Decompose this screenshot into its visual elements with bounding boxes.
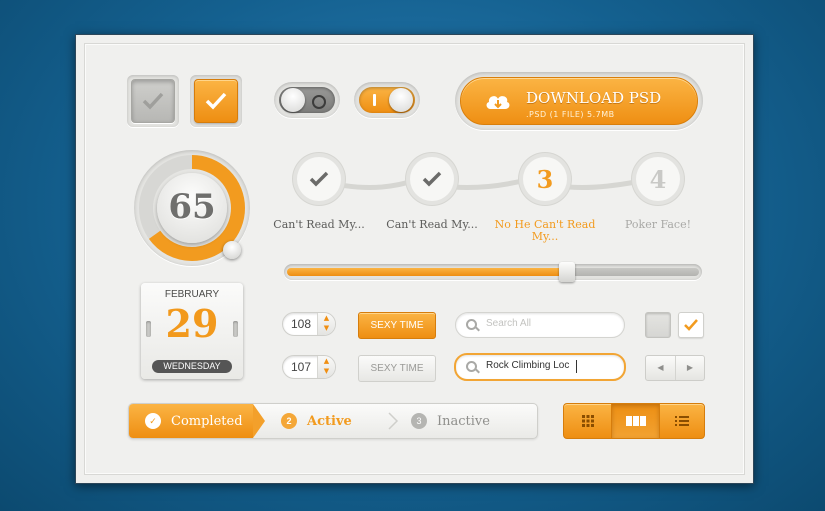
- prev-arrow-icon[interactable]: ◀: [646, 356, 676, 380]
- progress-label: Inactive: [437, 413, 490, 429]
- text-cursor: [576, 360, 577, 373]
- arrow-down-icon[interactable]: ▼: [318, 323, 335, 333]
- chevron-right-icon: [388, 412, 399, 430]
- checkbox-unchecked[interactable]: [131, 79, 175, 123]
- calendar-clip-right: [233, 321, 238, 337]
- search-value: Rock Climbing Loc: [486, 360, 570, 371]
- toggle-off-well: [274, 82, 340, 118]
- progress-label: Completed: [171, 413, 243, 429]
- arrow-down-icon[interactable]: ▼: [318, 366, 335, 376]
- gauge-center: 65: [157, 173, 227, 243]
- download-button-well: DOWNLOAD PSD .PSD (1 FILE) 5.7MB: [455, 72, 703, 130]
- step-3[interactable]: 3: [523, 157, 567, 201]
- progress-step-completed[interactable]: ✓ Completed: [145, 404, 243, 438]
- calendar-month: FEBRUARY: [164, 289, 220, 300]
- step-number: 4: [649, 164, 667, 194]
- download-subtitle: .PSD (1 FILE) 5.7MB: [526, 110, 615, 119]
- calendar-clip-left: [146, 321, 151, 337]
- stepper-arrows[interactable]: ▲ ▼: [317, 356, 335, 378]
- check-circle-icon: ✓: [145, 413, 161, 429]
- step-label: No He Can't Read My...: [494, 218, 596, 243]
- view-switcher: [563, 403, 705, 439]
- gauge-value: 65: [168, 187, 216, 227]
- check-icon: [205, 92, 227, 110]
- download-title: DOWNLOAD PSD: [526, 89, 662, 107]
- gauge-handle[interactable]: [223, 241, 241, 259]
- search-icon: [466, 361, 477, 372]
- step-connector: [315, 177, 647, 190]
- on-indicator-icon: [373, 94, 376, 106]
- arrow-up-icon[interactable]: ▲: [318, 356, 335, 366]
- arrow-up-icon[interactable]: ▲: [318, 313, 335, 323]
- step-number: 3: [536, 164, 554, 194]
- calendar-widget: FEBRUARY 29 WEDNESDAY: [141, 283, 243, 379]
- list-icon: [674, 416, 689, 426]
- mini-checkbox-checked[interactable]: [678, 312, 704, 338]
- toggle-knob: [281, 88, 305, 112]
- list-view-button[interactable]: [658, 404, 704, 438]
- search-placeholder: Search All: [486, 318, 532, 329]
- progress-steps: ✓ Completed 2 Active 3 Inactive: [128, 403, 538, 439]
- mini-checkbox-unchecked[interactable]: [645, 312, 671, 338]
- step-number-badge: 3: [411, 413, 427, 429]
- search-input-focused[interactable]: Rock Climbing Loc: [454, 353, 626, 381]
- stepper-value: 107: [291, 360, 312, 374]
- checkbox-off-well: [127, 75, 179, 127]
- step-label: Can't Read My...: [386, 218, 478, 231]
- check-icon: [309, 171, 329, 187]
- download-psd-button[interactable]: DOWNLOAD PSD .PSD (1 FILE) 5.7MB: [460, 77, 698, 125]
- search-input[interactable]: Search All: [455, 312, 625, 338]
- slider-thumb[interactable]: [559, 262, 575, 282]
- progress-step-inactive[interactable]: 3 Inactive: [411, 404, 490, 438]
- calendar-day: 29: [165, 301, 219, 346]
- sexy-time-button-disabled[interactable]: SEXY TIME: [358, 355, 436, 382]
- stepper-value: 108: [291, 317, 312, 331]
- check-icon: [142, 92, 164, 110]
- toggle-knob: [389, 88, 413, 112]
- toggle-off[interactable]: [279, 87, 335, 113]
- grid-view-button[interactable]: [564, 404, 611, 438]
- cloud-download-icon: [486, 96, 510, 109]
- columns-view-button[interactable]: [611, 404, 660, 438]
- step-number-badge: 2: [281, 413, 297, 429]
- step-2[interactable]: [410, 157, 454, 201]
- circular-gauge: 65: [134, 150, 250, 266]
- step-1[interactable]: [297, 157, 341, 201]
- progress-step-active[interactable]: 2 Active: [281, 404, 352, 438]
- stepper-arrows[interactable]: ▲ ▼: [317, 313, 335, 335]
- pager: ◀ ▶: [645, 355, 705, 381]
- slider[interactable]: [284, 262, 702, 282]
- slider-fill: [287, 268, 567, 276]
- next-arrow-icon[interactable]: ▶: [676, 356, 704, 380]
- step-4[interactable]: 4: [636, 157, 680, 201]
- search-icon: [466, 319, 477, 330]
- toggle-on-well: [354, 82, 420, 118]
- checkbox-checked[interactable]: [194, 79, 238, 123]
- sexy-time-button[interactable]: SEXY TIME: [358, 312, 436, 339]
- number-stepper[interactable]: 108 ▲ ▼: [282, 312, 336, 336]
- progress-arrow: [253, 404, 265, 438]
- progress-label: Active: [307, 413, 352, 429]
- checkbox-on-well: [190, 75, 242, 127]
- toggle-on[interactable]: [359, 87, 415, 113]
- off-indicator-icon: [312, 95, 326, 109]
- grid-icon: [581, 415, 594, 427]
- number-stepper[interactable]: 107 ▲ ▼: [282, 355, 336, 379]
- check-icon: [684, 319, 698, 331]
- calendar-weekday: WEDNESDAY: [152, 360, 232, 373]
- columns-icon: [625, 416, 646, 426]
- step-label: Can't Read My...: [273, 218, 365, 231]
- check-icon: [422, 171, 442, 187]
- slider-track-empty: [567, 268, 699, 276]
- step-label: Poker Face!: [624, 218, 692, 231]
- ui-kit-panel: DOWNLOAD PSD .PSD (1 FILE) 5.7MB 65 3 4 …: [75, 34, 754, 484]
